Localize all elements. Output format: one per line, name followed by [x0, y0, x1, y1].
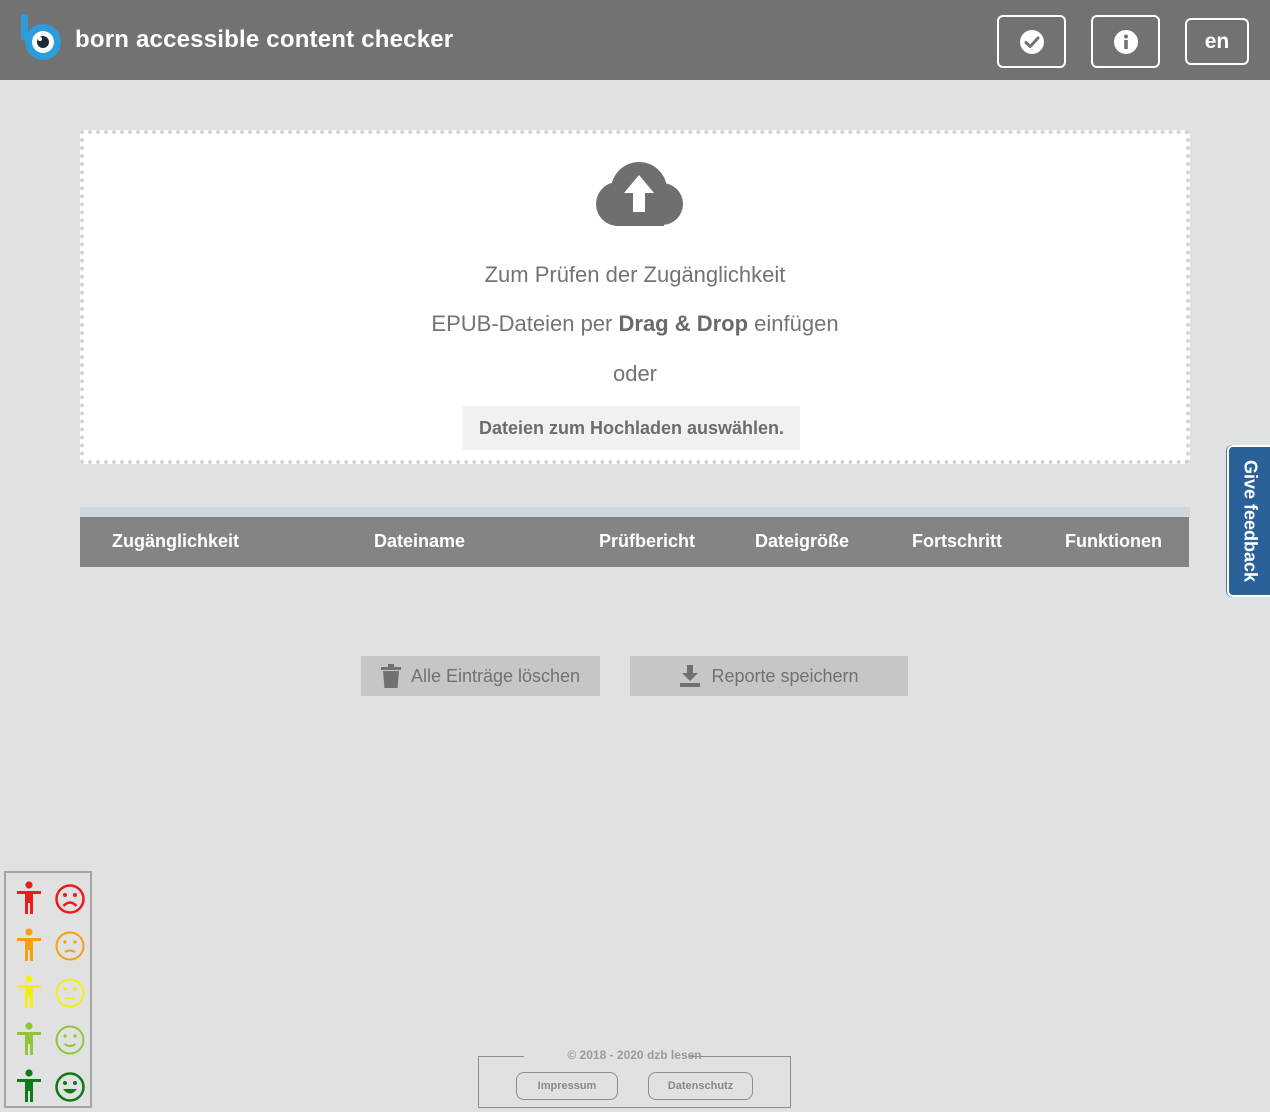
app-title: born accessible content checker: [75, 26, 454, 53]
dropzone-instruction: Zum Prüfen der Zugänglichkeit: [484, 262, 786, 287]
give-feedback-tab[interactable]: Give feedback: [1227, 445, 1270, 597]
person-icon: [17, 881, 41, 914]
rating-level-2: [6, 924, 90, 964]
file-drop-zone[interactable]: Zum Prüfen der Zugänglichkeit EPUB-Datei…: [80, 130, 1190, 464]
info-circle-icon: [1113, 29, 1138, 54]
column-header-filesize[interactable]: Dateigröße: [755, 531, 849, 552]
app-logo: [21, 14, 61, 60]
dropzone-or-text: oder: [612, 361, 658, 386]
person-icon: [17, 928, 41, 961]
column-header-accessibility[interactable]: Zugänglichkeit: [112, 531, 239, 552]
happy-face-icon: [55, 1072, 85, 1102]
rating-level-1: [6, 877, 90, 917]
person-icon: [17, 1069, 41, 1102]
drag-drop-emphasis: Drag & Drop: [618, 311, 749, 336]
accessibility-rating-legend: [4, 871, 92, 1108]
column-header-filename[interactable]: Dateiname: [374, 531, 465, 552]
save-reports-button[interactable]: Reporte speichern: [630, 656, 908, 696]
rating-level-3: [6, 971, 90, 1011]
column-header-progress[interactable]: Fortschritt: [912, 531, 1002, 552]
save-reports-label: Reporte speichern: [711, 665, 859, 686]
rating-level-4: [6, 1018, 90, 1058]
info-button[interactable]: [1091, 15, 1160, 68]
select-files-button[interactable]: Dateien zum Hochladen auswählen.: [463, 406, 800, 450]
check-button[interactable]: [997, 15, 1066, 68]
language-button[interactable]: en: [1185, 18, 1249, 65]
give-feedback-label: Give feedback: [1240, 459, 1260, 583]
person-icon: [17, 1022, 41, 1055]
neutral-face-icon: [55, 978, 85, 1008]
slightly-sad-face-icon: [55, 931, 85, 961]
delete-all-button[interactable]: Alle Einträge löschen: [361, 656, 600, 696]
person-icon: [17, 975, 41, 1008]
trash-icon: [380, 664, 401, 688]
check-circle-icon: [1019, 29, 1044, 54]
copyright-text: © 2018 - 2020 dzb lesen: [567, 1048, 702, 1062]
rating-level-5: [6, 1065, 90, 1105]
top-bar: born accessible content checker en: [0, 0, 1270, 80]
slightly-happy-face-icon: [55, 1025, 85, 1055]
dropzone-drag-drop-text: EPUB-Dateien per Drag & Drop einfügen: [431, 311, 839, 336]
column-header-report[interactable]: Prüfbericht: [599, 531, 695, 552]
table-top-strip: [80, 507, 1190, 517]
impressum-link[interactable]: Impressum: [516, 1072, 618, 1100]
cloud-upload-icon: [596, 162, 683, 226]
download-icon: [680, 665, 701, 687]
results-table-header: Zugänglichkeit Dateiname Prüfbericht Dat…: [80, 517, 1189, 567]
column-header-functions[interactable]: Funktionen: [1065, 531, 1162, 552]
delete-all-label: Alle Einträge löschen: [410, 665, 581, 686]
sad-face-icon: [55, 884, 85, 914]
datenschutz-link[interactable]: Datenschutz: [648, 1072, 753, 1100]
